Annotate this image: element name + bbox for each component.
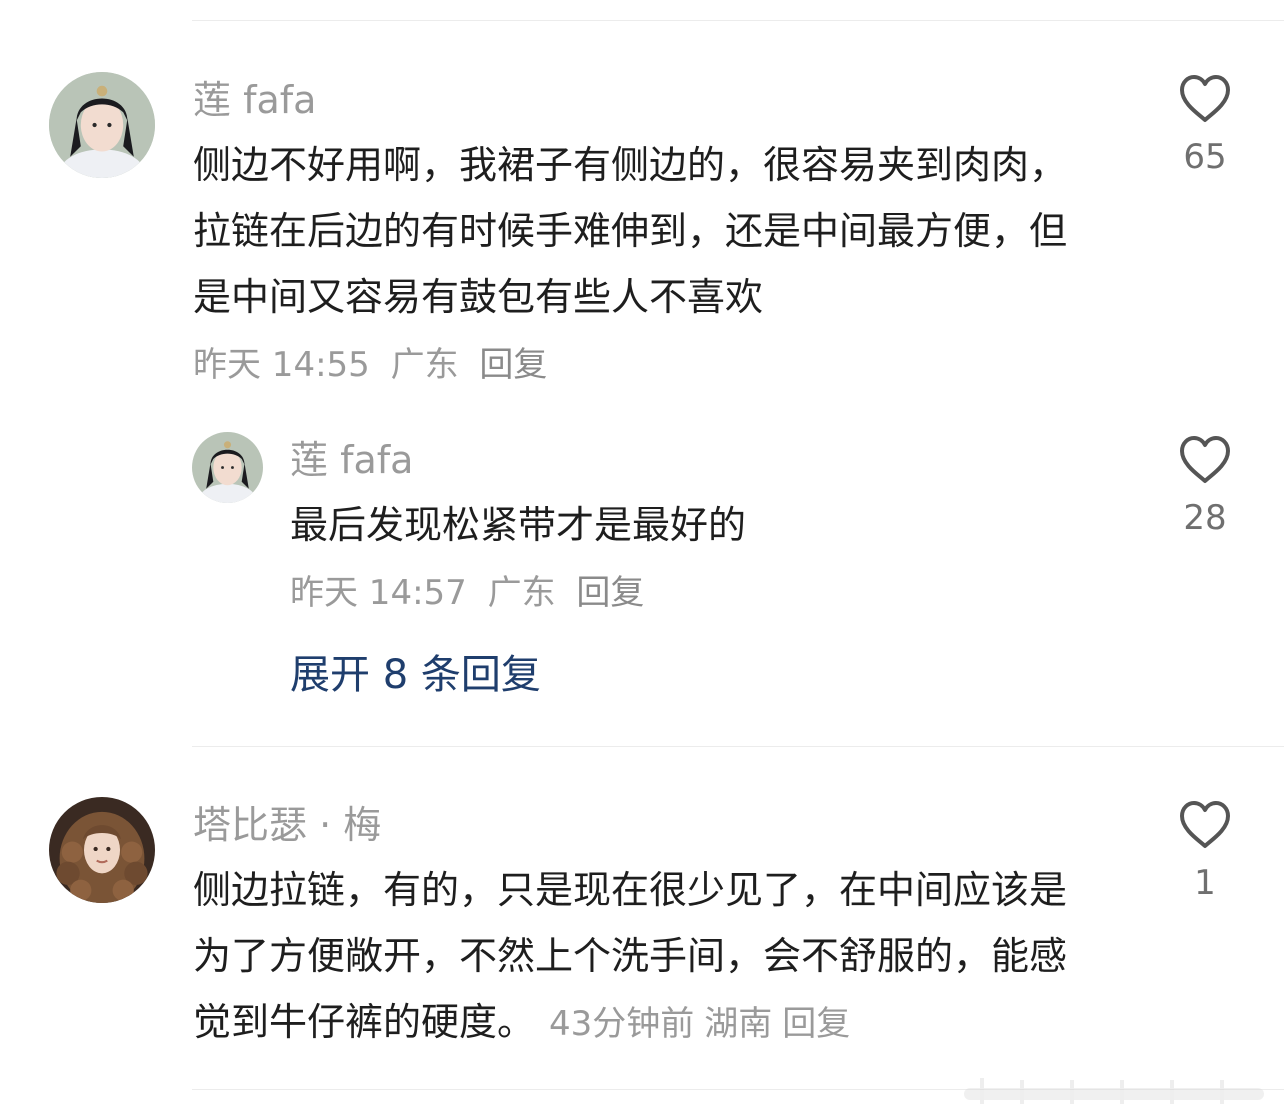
reply-button[interactable]: 回复 — [782, 1004, 850, 1044]
heart-icon — [1180, 75, 1230, 122]
comment-username[interactable]: 莲 fafa — [193, 77, 316, 123]
reply-username[interactable]: 莲 fafa — [290, 437, 413, 483]
comment-username[interactable]: 塔比瑟 · 梅 — [193, 802, 381, 848]
like-button[interactable]: 65 — [1160, 75, 1250, 177]
like-button[interactable]: 28 — [1160, 436, 1250, 538]
comment-location: 广东 — [390, 345, 459, 385]
comment-meta: 43分钟前 湖南 回复 — [549, 1004, 860, 1044]
comment-time: 昨天 14:55 — [193, 345, 370, 385]
reply-meta: 昨天 14:57 广东 回复 — [290, 571, 654, 615]
comment-divider — [192, 746, 1284, 747]
reply-button[interactable]: 回复 — [576, 573, 644, 613]
heart-icon — [1180, 801, 1230, 848]
expand-replies-button[interactable]: 展开 8 条回复 — [290, 651, 541, 699]
like-count: 65 — [1183, 137, 1227, 177]
avatar[interactable] — [49, 797, 155, 903]
top-divider — [192, 20, 1284, 21]
heart-icon — [1180, 436, 1230, 483]
watermark-graphic — [964, 1078, 1264, 1104]
reply-text: 最后发现松紧带才是最好的 — [290, 503, 747, 547]
comment-time: 43分钟前 — [549, 1004, 695, 1044]
like-count: 1 — [1194, 863, 1216, 903]
reply-button[interactable]: 回复 — [479, 345, 547, 385]
reply-time: 昨天 14:57 — [290, 573, 467, 613]
like-count: 28 — [1183, 498, 1227, 538]
comment-meta: 昨天 14:55 广东 回复 — [193, 343, 557, 387]
comment-text: 侧边不好用啊，我裙子有侧边的，很容易夹到肉肉，拉链在后边的有时候手难伸到，还是中… — [193, 143, 1068, 319]
avatar[interactable] — [49, 72, 155, 178]
avatar[interactable] — [192, 432, 263, 503]
like-button[interactable]: 1 — [1160, 801, 1250, 903]
comment-location: 湖南 — [704, 1004, 773, 1044]
reply-location: 广东 — [487, 573, 556, 613]
comment-text: 侧边拉链，有的，只是现在很少见了，在中间应该是为了方便敞开，不然上个洗手间，会不… — [193, 857, 1103, 1057]
